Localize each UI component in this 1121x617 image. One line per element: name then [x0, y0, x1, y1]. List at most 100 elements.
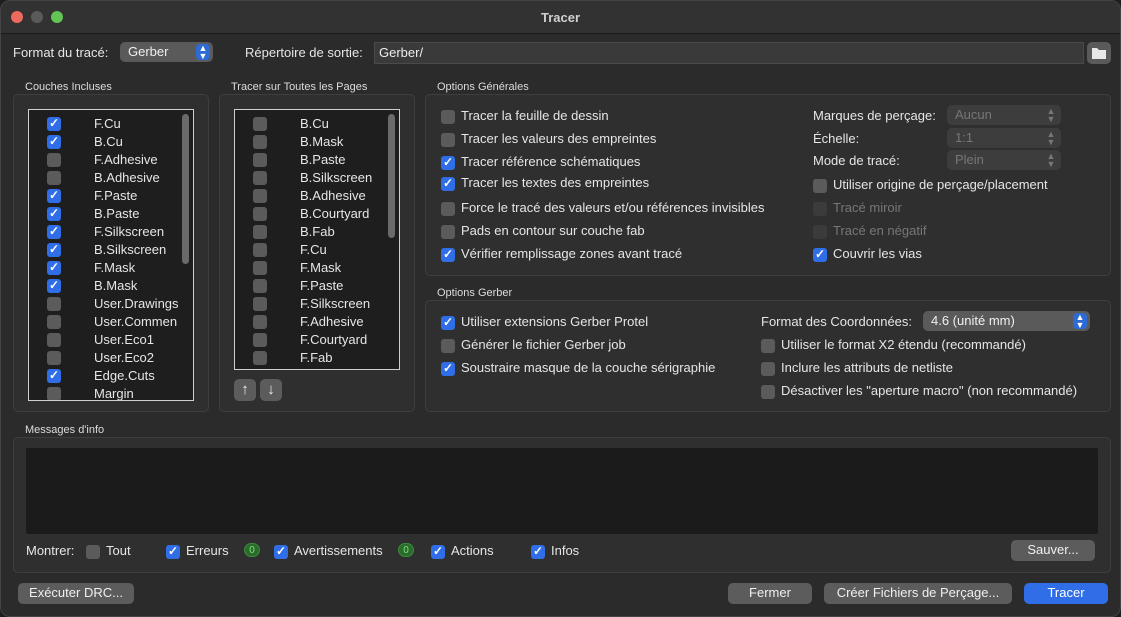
layer-row[interactable]: User.Eco1 — [29, 331, 193, 349]
layer-checkbox[interactable] — [47, 224, 61, 239]
included-layers-list[interactable]: F.Cu B.Cu F.Adhesive B.Adhesive F.Paste B.Pas… — [28, 109, 194, 401]
gerber-option-checkbox[interactable] — [761, 385, 775, 399]
layer-row[interactable]: F.Silkscreen — [235, 295, 399, 313]
filter-checkbox[interactable] — [431, 544, 445, 559]
layer-checkbox[interactable] — [47, 297, 61, 311]
layer-row[interactable]: F.Adhesive — [29, 151, 193, 169]
layer-checkbox[interactable] — [253, 117, 267, 131]
general-option-checkbox[interactable] — [441, 202, 455, 216]
layer-row[interactable]: B.Mask — [235, 133, 399, 151]
gerber-option-checkbox[interactable] — [441, 361, 455, 376]
gerber-option-checkbox[interactable] — [441, 339, 455, 353]
layer-checkbox[interactable] — [253, 351, 267, 365]
layer-row[interactable]: F.Paste — [235, 277, 399, 295]
layer-row[interactable]: B.Paste — [235, 151, 399, 169]
general-option-checkbox[interactable] — [441, 225, 455, 239]
layer-row[interactable]: B.Courtyard — [235, 205, 399, 223]
layer-checkbox[interactable] — [47, 134, 61, 149]
gerber-option-checkbox[interactable] — [761, 362, 775, 376]
layer-row[interactable]: F.Silkscreen — [29, 223, 193, 241]
layer-row[interactable]: F.Adhesive — [235, 313, 399, 331]
layer-checkbox[interactable] — [253, 315, 267, 329]
save-messages-button[interactable]: Sauver... — [1011, 540, 1095, 561]
layer-row[interactable]: F.Mask — [235, 259, 399, 277]
layer-row[interactable]: Margin — [29, 385, 193, 400]
layer-checkbox[interactable] — [253, 153, 267, 167]
filter-checkbox[interactable] — [274, 544, 288, 559]
create-drill-files-button[interactable]: Créer Fichiers de Perçage... — [824, 583, 1012, 604]
layer-checkbox[interactable] — [47, 188, 61, 203]
browse-folder-button[interactable] — [1087, 42, 1111, 64]
filter-checkbox[interactable] — [86, 545, 100, 559]
drill-marks-select[interactable]: Aucun ▲ ▼ — [947, 105, 1061, 125]
layer-checkbox[interactable] — [47, 333, 61, 347]
layer-checkbox[interactable] — [47, 116, 61, 131]
layer-checkbox[interactable] — [47, 315, 61, 329]
layer-checkbox[interactable] — [47, 351, 61, 365]
layer-checkbox[interactable] — [47, 387, 61, 400]
messages-area[interactable] — [26, 448, 1098, 534]
layer-name: F.Mask — [94, 260, 136, 275]
layer-checkbox[interactable] — [47, 242, 61, 257]
layer-row[interactable]: B.Cu — [235, 115, 399, 133]
layer-row[interactable]: F.Paste — [29, 187, 193, 205]
output-dir-input[interactable]: Gerber/ — [374, 42, 1084, 64]
filter-checkbox[interactable] — [166, 544, 180, 559]
layer-row[interactable]: B.Adhesive — [29, 169, 193, 187]
layer-row[interactable]: F.Cu — [29, 115, 193, 133]
plot-button[interactable]: Tracer — [1024, 583, 1108, 604]
layer-row[interactable]: F.Courtyard — [235, 331, 399, 349]
layer-checkbox[interactable] — [253, 243, 267, 257]
gerber-option-label: Inclure les attributs de netliste — [781, 360, 953, 375]
layer-checkbox[interactable] — [47, 260, 61, 275]
gerber-option-checkbox[interactable] — [441, 315, 455, 330]
general-option-checkbox[interactable] — [813, 179, 827, 193]
layer-row[interactable]: User.Eco2 — [29, 349, 193, 367]
general-option-checkbox[interactable] — [441, 133, 455, 147]
layer-row[interactable]: B.Adhesive — [235, 187, 399, 205]
layer-row[interactable]: F.Cu — [235, 241, 399, 259]
layer-checkbox[interactable] — [47, 206, 61, 221]
general-option-checkbox[interactable] — [441, 176, 455, 191]
layer-row[interactable]: User.Drawings — [29, 295, 193, 313]
scale-select[interactable]: 1:1 ▲ ▼ — [947, 128, 1061, 148]
layer-row[interactable]: Edge.Cuts — [29, 367, 193, 385]
plot-mode-select[interactable]: Plein ▲ ▼ — [947, 150, 1061, 170]
layer-row[interactable]: B.Silkscreen — [235, 169, 399, 187]
layer-row[interactable]: User.Commen — [29, 313, 193, 331]
plot-format-select[interactable]: Gerber ▲ ▼ — [120, 42, 213, 62]
move-down-button[interactable]: ↓ — [260, 379, 282, 401]
all-pages-list[interactable]: B.Cu B.Mask B.Paste B.Silkscreen B.Adhesive B… — [234, 109, 400, 370]
layer-row[interactable]: B.Silkscreen — [29, 241, 193, 259]
filter-checkbox[interactable] — [531, 544, 545, 559]
layer-row[interactable]: F.Mask — [29, 259, 193, 277]
layer-checkbox[interactable] — [253, 261, 267, 275]
layer-checkbox[interactable] — [253, 135, 267, 149]
layer-checkbox[interactable] — [253, 225, 267, 239]
coord-format-select[interactable]: 4.6 (unité mm) ▲ ▼ — [923, 311, 1090, 331]
close-button[interactable]: Fermer — [728, 583, 812, 604]
layer-checkbox[interactable] — [47, 171, 61, 185]
move-up-button[interactable]: ↑ — [234, 379, 256, 401]
layer-checkbox[interactable] — [253, 189, 267, 203]
layer-checkbox[interactable] — [253, 207, 267, 221]
general-option-checkbox[interactable] — [441, 155, 455, 170]
layer-checkbox[interactable] — [253, 171, 267, 185]
layer-checkbox[interactable] — [47, 368, 61, 383]
layer-row[interactable]: B.Paste — [29, 205, 193, 223]
general-option-checkbox[interactable] — [441, 110, 455, 124]
layer-checkbox[interactable] — [47, 278, 61, 293]
layer-row[interactable]: F.Fab — [235, 349, 399, 367]
layer-checkbox[interactable] — [253, 333, 267, 347]
layer-checkbox[interactable] — [253, 279, 267, 293]
layer-row[interactable]: B.Fab — [235, 223, 399, 241]
layer-row[interactable]: B.Mask — [29, 277, 193, 295]
run-drc-button[interactable]: Exécuter DRC... — [18, 583, 134, 604]
general-option-checkbox[interactable] — [441, 247, 455, 262]
gerber-option-checkbox[interactable] — [761, 339, 775, 353]
layer-checkbox[interactable] — [47, 153, 61, 167]
general-option-checkbox[interactable] — [813, 247, 827, 262]
layer-row[interactable]: B.Cu — [29, 133, 193, 151]
layer-name: B.Paste — [94, 206, 140, 221]
layer-checkbox[interactable] — [253, 297, 267, 311]
